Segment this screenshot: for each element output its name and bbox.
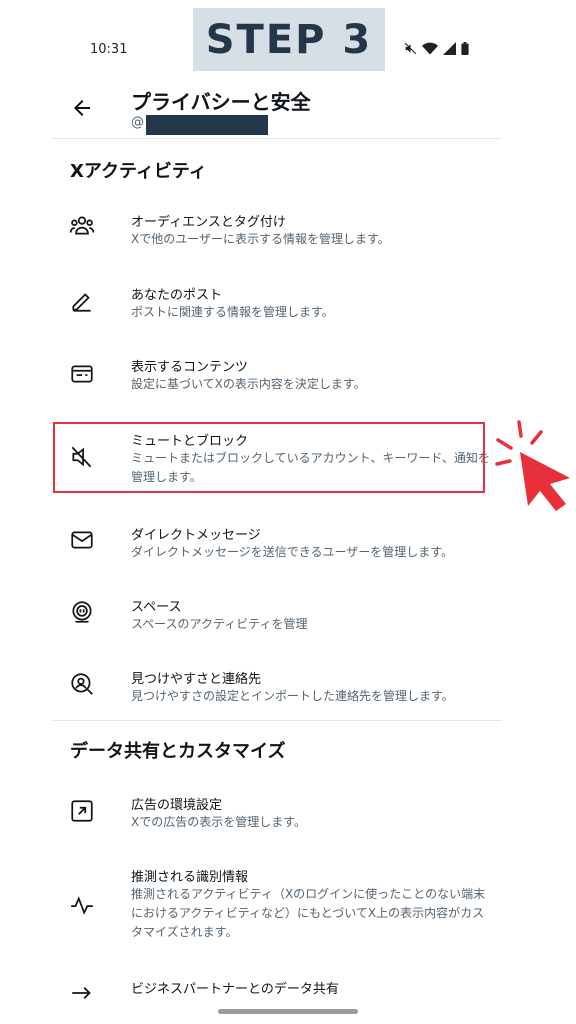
signal-icon xyxy=(443,42,456,55)
share-icon xyxy=(69,980,95,1006)
content-icon xyxy=(69,361,95,387)
step-banner: STEP 3 xyxy=(193,8,385,71)
setting-spaces[interactable]: スペース スペースのアクティビティを管理 xyxy=(52,594,502,654)
setting-desc: 設定に基づいてXの表示内容を決定します。 xyxy=(131,377,366,391)
discover-icon xyxy=(69,671,95,697)
setting-desc: Xで他のユーザーに表示する情報を管理します。 xyxy=(131,232,390,246)
section-title-data-sharing: データ共有とカスタマイズ xyxy=(70,741,286,762)
setting-ad-preferences[interactable]: 広告の環境設定 Xでの広告の表示を管理します。 xyxy=(52,792,502,852)
redacted-handle xyxy=(146,115,268,135)
battery-icon xyxy=(461,42,469,55)
status-icons xyxy=(404,42,469,55)
setting-title: ビジネスパートナーとのデータ共有 xyxy=(131,982,339,997)
people-icon xyxy=(69,213,95,239)
setting-desc: スペースのアクティビティを管理 xyxy=(131,617,308,631)
account-handle: @ xyxy=(131,115,144,130)
edit-icon xyxy=(69,288,95,314)
setting-discoverability[interactable]: 見つけやすさと連絡先 見つけやすさの設定とインポートした連絡先を管理します。 xyxy=(52,666,502,726)
setting-desc: Xでの広告の表示を管理します。 xyxy=(131,815,307,829)
setting-your-posts[interactable]: あなたのポスト ポストに関連する情報を管理します。 xyxy=(52,278,502,338)
setting-desc: 推測されるアクティビティ（Xのログインに使ったことのない端末におけるアクティビテ… xyxy=(131,887,486,939)
setting-direct-messages[interactable]: ダイレクトメッセージ ダイレクトメッセージを送信できるユーザーを管理します。 xyxy=(52,522,502,582)
back-arrow-icon xyxy=(74,100,90,116)
highlight-box xyxy=(53,422,485,493)
setting-title: 推測される識別情報 xyxy=(131,870,249,885)
setting-title: オーディエンスとタグ付け xyxy=(131,215,286,230)
cursor-pointer-icon xyxy=(495,420,570,511)
header-divider xyxy=(52,138,502,139)
setting-title: 広告の環境設定 xyxy=(131,798,223,813)
wifi-icon xyxy=(422,42,438,55)
setting-business-partner-sharing[interactable]: ビジネスパートナーとのデータ共有 xyxy=(52,978,502,1008)
mail-icon xyxy=(69,527,95,553)
setting-title: あなたのポスト xyxy=(131,288,223,303)
status-time: 10:31 xyxy=(90,42,128,57)
section-divider xyxy=(52,720,502,721)
mute-status-icon xyxy=(404,42,417,55)
activity-icon xyxy=(69,892,95,918)
home-indicator[interactable] xyxy=(218,1009,358,1014)
setting-desc: ダイレクトメッセージを送信できるユーザーを管理します。 xyxy=(131,545,454,559)
setting-title: スペース xyxy=(131,600,182,615)
setting-content-you-see[interactable]: 表示するコンテンツ 設定に基づいてXの表示内容を決定します。 xyxy=(52,350,502,410)
spaces-icon xyxy=(69,599,95,625)
setting-desc: ポストに関連する情報を管理します。 xyxy=(131,305,334,319)
step-label: STEP 3 xyxy=(205,16,373,63)
setting-title: 表示するコンテンツ xyxy=(131,360,249,375)
setting-inferred-identity[interactable]: 推測される識別情報 推測されるアクティビティ（Xのログインに使ったことのない端末… xyxy=(52,864,502,954)
ad-icon xyxy=(69,798,95,824)
setting-desc: 見つけやすさの設定とインポートした連絡先を管理します。 xyxy=(131,689,454,703)
setting-title: ダイレクトメッセージ xyxy=(131,528,261,543)
setting-audience-tagging[interactable]: オーディエンスとタグ付け Xで他のユーザーに表示する情報を管理します。 xyxy=(52,205,502,265)
page-title: プライバシーと安全 xyxy=(131,90,311,114)
setting-title: 見つけやすさと連絡先 xyxy=(131,672,262,687)
back-button[interactable] xyxy=(70,96,94,120)
section-title-x-activity: Xアクティビティ xyxy=(70,161,207,182)
